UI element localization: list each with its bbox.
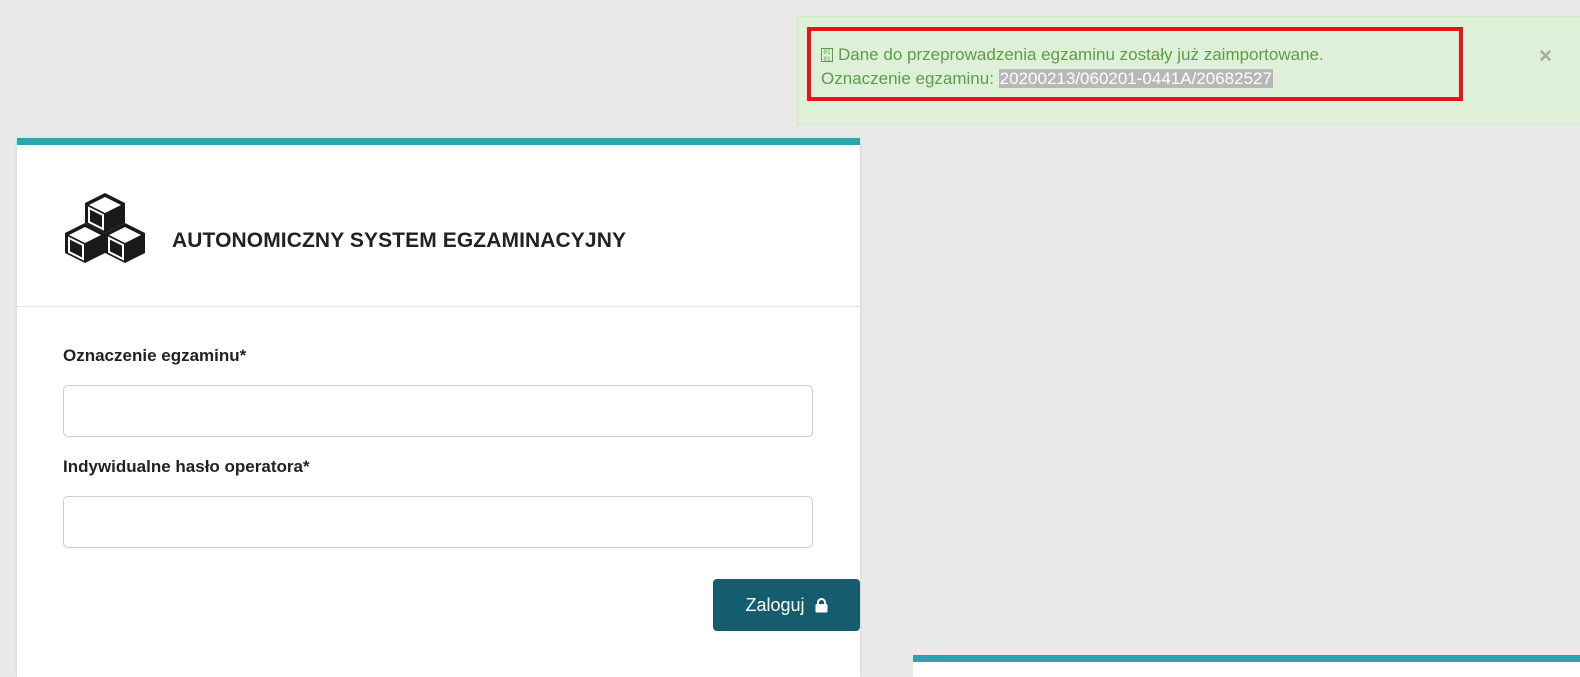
exam-id-label: Oznaczenie egzaminu* [63, 346, 247, 365]
login-panel: AUTONOMICZNY SYSTEM EGZAMINACYJNY Oznacz… [17, 138, 860, 677]
exam-id-input[interactable] [63, 385, 813, 437]
login-button[interactable]: Zaloguj [713, 579, 860, 631]
cubes-icon [65, 193, 145, 263]
panel-header: AUTONOMICZNY SYSTEM EGZAMINACYJNY [17, 145, 860, 307]
alert-message-line: 01 01 Dane do przeprowadzenia egzaminu zos… [821, 43, 1459, 67]
exam-code-label: Oznaczenie egzaminu: [821, 69, 994, 88]
binary-icon: 01 01 [821, 48, 833, 63]
system-title: AUTONOMICZNY SYSTEM EGZAMINACYJNY [172, 229, 627, 252]
operator-password-input[interactable] [63, 496, 813, 548]
secondary-panel [913, 655, 1580, 677]
login-button-label: Zaloguj [745, 594, 805, 615]
alert-message: Dane do przeprowadzenia egzaminu zostały… [838, 45, 1324, 64]
alert-highlight-frame: 01 01 Dane do przeprowadzenia egzaminu zos… [807, 27, 1463, 101]
close-icon[interactable]: × [1539, 45, 1552, 67]
alert-exam-code-line: Oznaczenie egzaminu: 20200213/060201-044… [821, 67, 1459, 91]
exam-code-value[interactable]: 20200213/060201-0441A/20682527 [998, 69, 1273, 88]
import-success-alert: 01 01 Dane do przeprowadzenia egzaminu zos… [797, 16, 1580, 125]
operator-password-label: Indywidualne hasło operatora* [63, 457, 310, 476]
lock-icon [815, 597, 828, 612]
login-form: Oznaczenie egzaminu* Indywidualne hasło … [63, 346, 860, 631]
